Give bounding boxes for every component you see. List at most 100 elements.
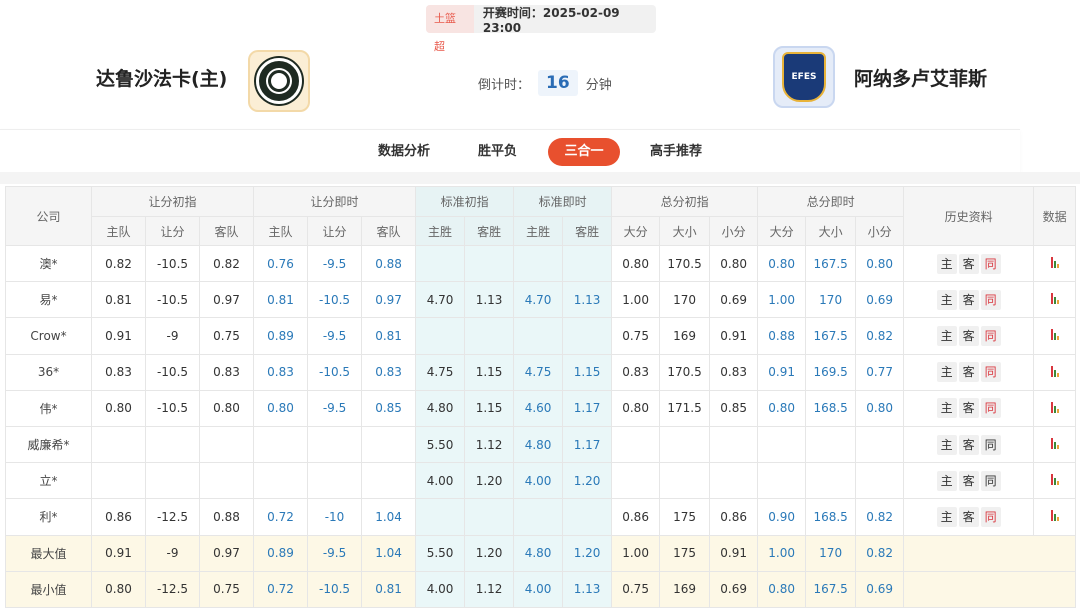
std-live-cell: 4.00 bbox=[513, 462, 564, 500]
handicap-init-cell: -12.5 bbox=[145, 498, 200, 536]
total-live-cell: 0.82 bbox=[855, 317, 905, 355]
history-home-button[interactable]: 主 bbox=[936, 289, 957, 310]
total-init-cell: 0.80 bbox=[611, 244, 661, 283]
total-init-cell: 0.75 bbox=[611, 317, 661, 355]
summary-empty-cell bbox=[903, 570, 1077, 608]
total-init-cell: 1.00 bbox=[611, 281, 661, 319]
history-home-button[interactable]: 主 bbox=[936, 470, 957, 491]
history-same-button[interactable]: 同 bbox=[980, 289, 1001, 310]
table-row: 立* 4.00 1.20 4.00 1.20 主客同 bbox=[5, 462, 1077, 500]
col-total-init: 总分初指 bbox=[611, 186, 759, 217]
history-cell: 主客同 bbox=[903, 462, 1035, 500]
total-live-cell: 0.80 bbox=[855, 244, 905, 283]
sub-header-cell: 主队 bbox=[253, 216, 309, 246]
handicap-live-cell: 0.76 bbox=[253, 244, 309, 283]
col-std-live: 标准即时 bbox=[513, 186, 613, 217]
summary-row: 最小值 0.80 -12.5 0.75 0.72 -10.5 0.81 4.00 1.12 4.0… bbox=[5, 570, 1077, 608]
handicap-init-cell: 0.80 bbox=[91, 389, 146, 427]
total-init-cell bbox=[611, 425, 661, 464]
sub-header-cell: 大分 bbox=[757, 216, 807, 246]
history-home-button[interactable]: 主 bbox=[936, 253, 957, 274]
history-away-button[interactable]: 客 bbox=[958, 434, 979, 455]
history-away-button[interactable]: 客 bbox=[958, 362, 979, 383]
handicap-init-cell: 0.91 bbox=[91, 317, 146, 355]
history-home-button[interactable]: 主 bbox=[936, 362, 957, 383]
handicap-init-cell: 0.75 bbox=[198, 317, 255, 355]
history-same-button[interactable]: 同 bbox=[980, 506, 1001, 527]
league-label[interactable]: 土篮超 bbox=[426, 5, 474, 53]
handicap-init-cell bbox=[145, 425, 200, 464]
total-init-cell: 0.80 bbox=[611, 389, 661, 427]
data-cell bbox=[1033, 353, 1077, 391]
bar-chart-icon[interactable] bbox=[1050, 401, 1059, 413]
summary-empty-cell bbox=[903, 534, 1077, 572]
col-history: 历史资料 bbox=[903, 186, 1035, 246]
company-name: 伟* bbox=[5, 389, 92, 427]
total-live-cell: 0.88 bbox=[757, 317, 807, 355]
bar-chart-icon[interactable] bbox=[1050, 328, 1059, 341]
history-away-button[interactable]: 客 bbox=[958, 289, 979, 310]
total-live-cell bbox=[757, 462, 807, 500]
history-same-button[interactable]: 同 bbox=[980, 253, 1001, 274]
total-live-cell bbox=[805, 462, 857, 500]
handicap-live-cell: 0.97 bbox=[361, 281, 417, 319]
home-team-name: 达鲁沙法卡(主) bbox=[96, 68, 228, 90]
total-init-cell: 170.5 bbox=[659, 353, 711, 391]
std-live-cell: 1.20 bbox=[562, 462, 613, 500]
std-live-cell: 4.00 bbox=[513, 570, 564, 608]
history-same-button[interactable]: 同 bbox=[980, 470, 1001, 491]
history-home-button[interactable]: 主 bbox=[936, 434, 957, 455]
history-home-button[interactable]: 主 bbox=[936, 325, 957, 346]
handicap-init-cell: 0.75 bbox=[198, 570, 255, 608]
handicap-live-cell: 0.81 bbox=[361, 570, 417, 608]
col-std-init: 标准初指 bbox=[415, 186, 515, 217]
tab-expert-picks[interactable]: 高手推荐 bbox=[650, 138, 702, 166]
countdown-value: 16 bbox=[538, 70, 578, 96]
std-init-cell: 1.20 bbox=[464, 462, 515, 500]
history-same-button[interactable]: 同 bbox=[980, 398, 1001, 419]
std-live-cell: 1.17 bbox=[562, 389, 613, 427]
handicap-init-cell: 0.97 bbox=[198, 281, 255, 319]
data-cell bbox=[1033, 462, 1077, 500]
std-init-cell: 1.20 bbox=[464, 534, 515, 572]
handicap-init-cell: 0.81 bbox=[91, 281, 146, 319]
total-live-cell bbox=[855, 425, 905, 464]
history-home-button[interactable]: 主 bbox=[936, 398, 957, 419]
history-home-button[interactable]: 主 bbox=[936, 506, 957, 527]
total-init-cell: 1.00 bbox=[611, 534, 661, 572]
handicap-init-cell: -10.5 bbox=[145, 281, 200, 319]
handicap-live-cell: -9.5 bbox=[307, 389, 363, 427]
tab-win-draw-lose[interactable]: 胜平负 bbox=[478, 138, 517, 166]
bar-chart-icon[interactable] bbox=[1050, 292, 1059, 305]
history-away-button[interactable]: 客 bbox=[958, 506, 979, 527]
sub-header-cell: 主胜 bbox=[513, 216, 564, 246]
history-away-button[interactable]: 客 bbox=[958, 470, 979, 491]
total-live-cell: 0.80 bbox=[855, 389, 905, 427]
history-away-button[interactable]: 客 bbox=[958, 398, 979, 419]
history-away-button[interactable]: 客 bbox=[958, 325, 979, 346]
bar-chart-icon[interactable] bbox=[1050, 365, 1059, 377]
history-away-button[interactable]: 客 bbox=[958, 253, 979, 274]
std-init-cell: 1.12 bbox=[464, 425, 515, 464]
match-info-bar: 土篮超 开赛时间：2025-02-09 23:00 bbox=[426, 5, 656, 53]
handicap-init-cell: 0.97 bbox=[198, 534, 255, 572]
history-cell: 主客同 bbox=[903, 498, 1035, 536]
total-init-cell: 0.69 bbox=[709, 570, 759, 608]
bar-chart-icon[interactable] bbox=[1050, 437, 1059, 450]
handicap-init-cell: -12.5 bbox=[145, 570, 200, 608]
away-team-logo: EFES bbox=[773, 46, 835, 108]
std-init-cell: 5.50 bbox=[415, 534, 466, 572]
bar-chart-icon[interactable] bbox=[1050, 473, 1059, 486]
tab-three-in-one[interactable]: 三合一 bbox=[548, 138, 620, 166]
total-live-cell: 0.82 bbox=[855, 534, 905, 572]
tab-data-analysis[interactable]: 数据分析 bbox=[378, 138, 430, 166]
history-same-button[interactable]: 同 bbox=[980, 362, 1001, 383]
bar-chart-icon[interactable] bbox=[1050, 509, 1059, 522]
bar-chart-icon[interactable] bbox=[1050, 256, 1059, 269]
total-init-cell: 171.5 bbox=[659, 389, 711, 427]
std-live-cell: 4.70 bbox=[513, 281, 564, 319]
history-same-button[interactable]: 同 bbox=[980, 434, 1001, 455]
history-cell: 主客同 bbox=[903, 425, 1035, 464]
total-init-cell: 175 bbox=[659, 534, 711, 572]
history-same-button[interactable]: 同 bbox=[980, 325, 1001, 346]
